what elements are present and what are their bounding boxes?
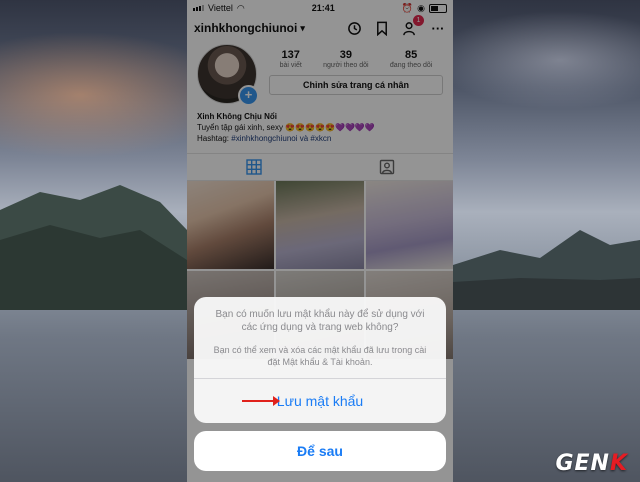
- red-arrow-annotation: [242, 396, 280, 406]
- save-password-button[interactable]: Lưu mật khẩu: [194, 378, 446, 423]
- dialog-subtitle: Bạn có thể xem và xóa các mật khẩu đã lư…: [213, 345, 427, 367]
- later-button[interactable]: Để sau: [194, 431, 446, 471]
- dialog-question: Bạn có muốn lưu mật khẩu này để sử dụng …: [215, 309, 425, 333]
- save-password-dialog: Bạn có muốn lưu mật khẩu này để sử dụng …: [194, 297, 446, 423]
- phone-screen: Viettel ◠ 21:41 ⏰ ◉ xinhkhongchiunoi ▾ 1: [187, 0, 453, 482]
- genk-watermark: GENK: [555, 451, 628, 476]
